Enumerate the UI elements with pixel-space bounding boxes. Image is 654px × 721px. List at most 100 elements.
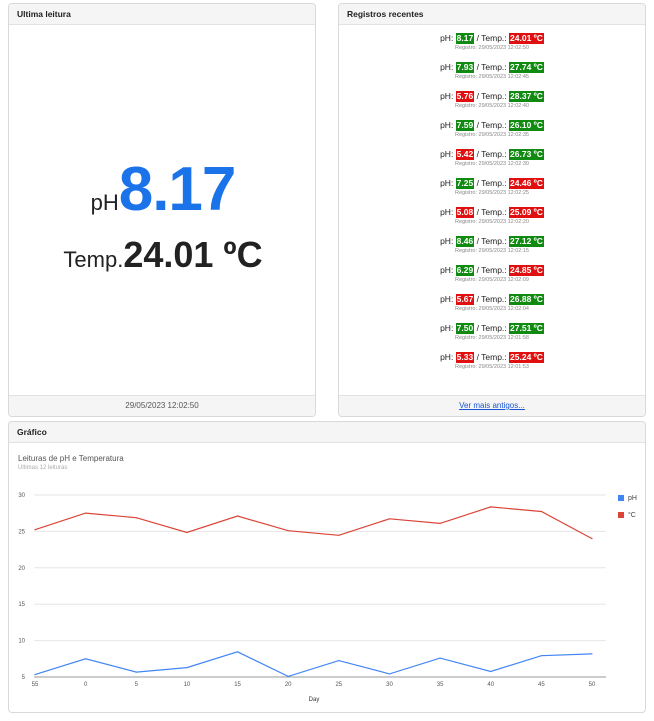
data-point: [186, 531, 188, 534]
record-item: pH: 7.25 / Temp.: 24.46 ºC Registro: 29/0…: [339, 177, 645, 206]
record-temp-prefix: / Temp.:: [474, 294, 510, 304]
record-time: Registro: 29/05/2023 12:02:40: [339, 102, 645, 110]
record-ph-prefix: pH:: [440, 149, 456, 159]
data-point: [85, 658, 87, 660]
record-temp-badge: 28.37 ºC: [509, 91, 544, 102]
record-time-prefix: Registro:: [454, 277, 479, 283]
record-values: pH: 5.42 / Temp.: 26.73 ºC: [339, 148, 645, 160]
record-temp-prefix: / Temp.:: [474, 207, 510, 217]
record-time-prefix: Registro:: [454, 248, 479, 254]
data-point: [338, 534, 340, 536]
record-ph-prefix: pH:: [440, 120, 456, 130]
record-ph-prefix: pH:: [440, 62, 456, 72]
record-time: Registro: 29/05/2023 12:02:04: [339, 305, 645, 313]
record-values: pH: 5.08 / Temp.: 25.09 ºC: [339, 206, 645, 218]
record-time-value: 29/05/2023 12:02:40: [478, 103, 529, 109]
data-point: [439, 522, 441, 524]
record-temp-badge: 27.74 ºC: [509, 62, 544, 73]
record-temp-badge: 26.88 ºC: [509, 294, 544, 305]
recent-records-header: Registros recentes: [339, 4, 645, 25]
record-values: pH: 5.76 / Temp.: 28.37 ºC: [339, 90, 645, 102]
record-item: pH: 8.46 / Temp.: 27.12 ºC Registro: 29/0…: [339, 235, 645, 264]
record-item: pH: 5.33 / Temp.: 25.24 ºC Registro: 29/0…: [339, 351, 645, 380]
chart-card: Gráfico Leituras de pH e Temperatura Ult…: [8, 421, 646, 713]
record-time-value: 29/05/2023 12:01:53: [478, 364, 529, 370]
recent-records-card: Registros recentes pH: 8.17 / Temp.: 24.…: [338, 3, 646, 417]
record-item: pH: 7.59 / Temp.: 26.10 ºC Registro: 29/0…: [339, 119, 645, 148]
record-time: Registro: 29/05/2023 12:02:50: [339, 44, 645, 52]
data-point: [439, 657, 441, 659]
legend-item[interactable]: pH: [618, 495, 637, 502]
record-time-prefix: Registro:: [454, 335, 479, 341]
temp-reading: Temp.24.01 ºC: [9, 234, 315, 276]
records-list: pH: 8.17 / Temp.: 24.01 ºC Registro: 29/0…: [339, 25, 645, 380]
legend-item[interactable]: °C: [618, 512, 636, 519]
x-axis-label: Day: [309, 697, 320, 703]
record-time-value: 29/05/2023 12:02:20: [478, 219, 529, 225]
record-time: Registro: 29/05/2023 12:02:35: [339, 131, 645, 139]
record-ph-prefix: pH:: [440, 207, 456, 217]
legend-label: °C: [628, 512, 636, 519]
record-values: pH: 6.29 / Temp.: 24.85 ºC: [339, 264, 645, 276]
record-values: pH: 8.46 / Temp.: 27.12 ºC: [339, 235, 645, 247]
x-tick-label: 15: [234, 682, 241, 688]
record-ph-prefix: pH:: [440, 178, 456, 188]
record-ph-badge: 7.59: [455, 120, 475, 131]
last-reading-header: Ultima leitura: [9, 4, 315, 25]
record-ph-prefix: pH:: [440, 352, 456, 362]
record-temp-prefix: / Temp.:: [474, 62, 510, 72]
record-time: Registro: 29/05/2023 12:02:30: [339, 160, 645, 168]
x-tick-label: 25: [335, 682, 342, 688]
temp-value: 24.01 ºC: [123, 234, 263, 275]
record-values: pH: 7.25 / Temp.: 24.46 ºC: [339, 177, 645, 189]
record-time-prefix: Registro:: [454, 161, 479, 167]
record-temp-badge: 27.51 ºC: [509, 323, 544, 334]
last-reading-timestamp: 29/05/2023 12:02:50: [9, 395, 315, 416]
record-time-value: 29/05/2023 12:02:30: [478, 161, 529, 167]
record-time-prefix: Registro:: [454, 190, 479, 196]
record-time-prefix: Registro:: [454, 103, 479, 109]
record-ph-prefix: pH:: [440, 294, 456, 304]
record-temp-badge: 26.10 ºC: [509, 120, 544, 131]
record-item: pH: 6.29 / Temp.: 24.85 ºC Registro: 29/0…: [339, 264, 645, 293]
legend-label: pH: [628, 495, 637, 502]
record-time-prefix: Registro:: [454, 364, 479, 370]
record-temp-prefix: / Temp.:: [474, 149, 510, 159]
record-item: pH: 5.42 / Temp.: 26.73 ºC Registro: 29/0…: [339, 148, 645, 177]
x-tick-label: 0: [84, 682, 88, 688]
data-point: [490, 670, 492, 673]
record-time: Registro: 29/05/2023 12:02:15: [339, 247, 645, 255]
x-tick-label: 5: [135, 682, 139, 688]
data-point: [490, 506, 492, 508]
y-tick-label: 25: [18, 529, 25, 535]
ph-reading: pH8.17: [9, 154, 315, 225]
legend-swatch: [618, 495, 624, 502]
record-time-value: 29/05/2023 12:02:35: [478, 132, 529, 138]
record-time-prefix: Registro:: [454, 306, 479, 312]
record-item: pH: 7.93 / Temp.: 27.74 ºC Registro: 29/0…: [339, 61, 645, 90]
y-tick-label: 10: [18, 639, 25, 645]
record-values: pH: 5.33 / Temp.: 25.24 ºC: [339, 351, 645, 363]
x-tick-label: 45: [538, 682, 545, 688]
record-time-prefix: Registro:: [454, 45, 479, 51]
x-tick-label: 55: [32, 682, 39, 688]
record-ph-badge: 5.42: [455, 149, 475, 160]
record-ph-badge: 8.46: [455, 236, 475, 247]
record-time-value: 29/05/2023 12:02:09: [478, 277, 529, 283]
record-temp-badge: 24.46 ºC: [509, 178, 544, 189]
record-time-prefix: Registro:: [454, 219, 479, 225]
record-time-value: 29/05/2023 12:02:15: [478, 248, 529, 254]
record-temp-prefix: / Temp.:: [474, 265, 510, 275]
record-time-value: 29/05/2023 12:02:45: [478, 74, 529, 80]
ph-value: 8.17: [118, 155, 237, 224]
y-tick-label: 15: [18, 602, 25, 608]
record-time-value: 29/05/2023 12:02:04: [478, 306, 529, 312]
y-tick-label: 30: [18, 493, 25, 499]
see-older-link[interactable]: Ver mais antigos...: [459, 401, 525, 410]
record-time-value: 29/05/2023 12:02:25: [478, 190, 529, 196]
record-time-prefix: Registro:: [454, 132, 479, 138]
record-temp-prefix: / Temp.:: [474, 323, 510, 333]
record-temp-badge: 24.01 ºC: [509, 33, 544, 44]
x-tick-label: 30: [386, 682, 393, 688]
data-point: [135, 517, 137, 519]
